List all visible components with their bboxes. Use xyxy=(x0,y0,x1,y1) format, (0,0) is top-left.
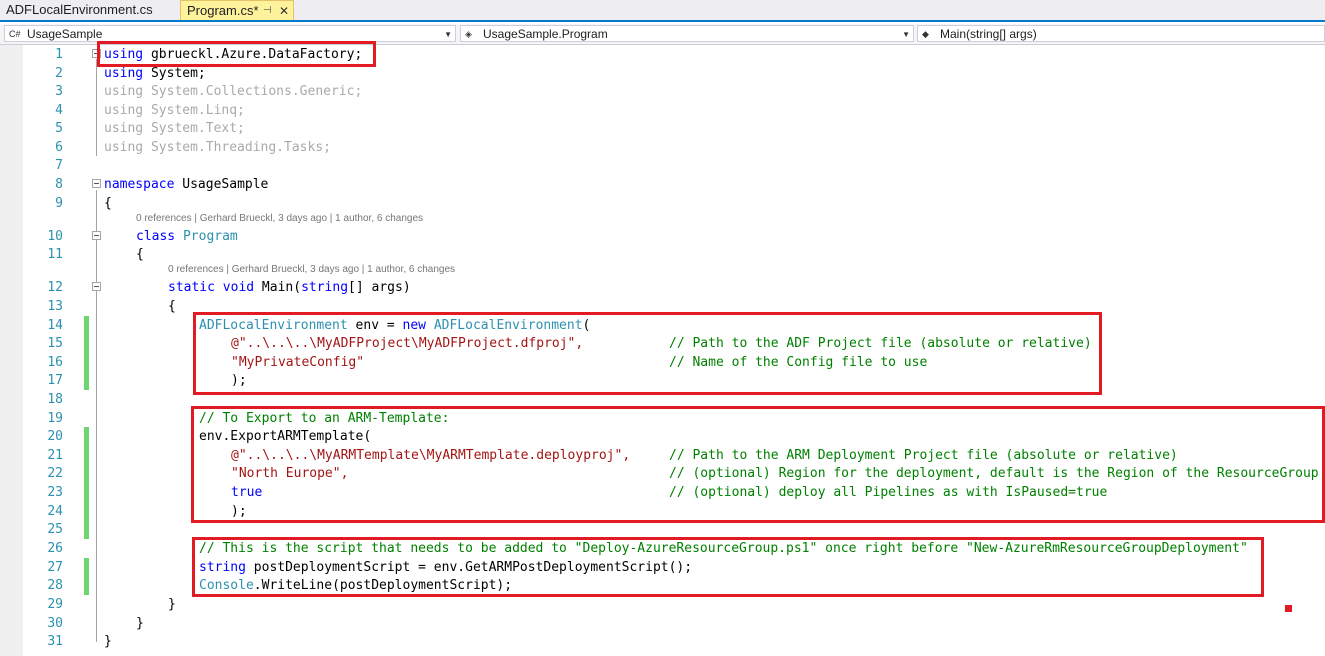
change-marker xyxy=(84,558,89,577)
line-number: 4 xyxy=(55,103,63,118)
line-number: 22 xyxy=(47,466,63,481)
code-line: } xyxy=(136,616,144,631)
line-number: 21 xyxy=(47,448,63,463)
line-number: 29 xyxy=(47,597,63,612)
change-marker xyxy=(84,483,89,502)
line-number: 6 xyxy=(55,140,63,155)
collapse-icon[interactable] xyxy=(92,282,101,291)
annotation-marker xyxy=(1285,605,1292,612)
change-marker xyxy=(84,353,89,372)
line-number: 3 xyxy=(55,84,63,99)
highlight-box-using xyxy=(97,41,376,67)
highlight-box-export xyxy=(191,406,1325,523)
csharp-project-icon: C# xyxy=(9,29,21,39)
codelens-references[interactable]: 0 references | Gerhard Brueckl, 3 days a… xyxy=(136,213,423,224)
member-dropdown-value: Main(string[] args) xyxy=(940,27,1037,41)
method-icon: ◆ xyxy=(922,29,929,39)
line-number: 14 xyxy=(47,318,63,333)
code-line: { xyxy=(136,247,144,262)
project-dropdown[interactable]: C# UsageSample ▼ xyxy=(4,25,456,42)
line-number: 25 xyxy=(47,522,63,537)
class-icon: ◈ xyxy=(465,29,472,39)
code-line: static void Main(string[] args) xyxy=(168,280,411,295)
code-line: using System.Collections.Generic; xyxy=(104,84,363,99)
change-marker xyxy=(84,427,89,446)
line-number: 16 xyxy=(47,355,63,370)
change-marker xyxy=(84,371,89,390)
line-number: 8 xyxy=(55,177,63,192)
chevron-down-icon: ▼ xyxy=(902,30,910,39)
line-number: 26 xyxy=(47,541,63,556)
change-marker xyxy=(84,446,89,465)
line-number: 7 xyxy=(55,158,63,173)
code-line: { xyxy=(168,299,176,314)
line-number: 24 xyxy=(47,504,63,519)
chevron-down-icon: ▼ xyxy=(444,30,452,39)
line-number: 30 xyxy=(47,616,63,631)
close-icon[interactable]: ✕ xyxy=(279,1,289,21)
tab-program-cs[interactable]: Program.cs* ⊣ ✕ xyxy=(180,0,294,20)
line-number: 2 xyxy=(55,66,63,81)
code-line: class Program xyxy=(136,229,238,244)
line-number: 19 xyxy=(47,411,63,426)
class-dropdown-value: UsageSample.Program xyxy=(483,27,608,41)
change-marker xyxy=(84,334,89,353)
line-number: 18 xyxy=(47,392,63,407)
project-dropdown-value: UsageSample xyxy=(27,27,103,41)
line-number: 23 xyxy=(47,485,63,500)
codelens-references[interactable]: 0 references | Gerhard Brueckl, 3 days a… xyxy=(168,264,455,275)
change-marker xyxy=(84,520,89,539)
change-marker xyxy=(84,576,89,595)
line-number: 15 xyxy=(47,336,63,351)
code-line: } xyxy=(168,597,176,612)
tab-label: ADFLocalEnvironment.cs xyxy=(6,2,153,17)
code-line: } xyxy=(104,634,112,649)
change-marker xyxy=(84,464,89,483)
line-number: 31 xyxy=(47,634,63,649)
code-line: using System.Linq; xyxy=(104,103,245,118)
code-line: namespace UsageSample xyxy=(104,177,269,192)
collapse-icon[interactable] xyxy=(92,231,101,240)
change-marker xyxy=(84,502,89,521)
pin-icon[interactable]: ⊣ xyxy=(263,1,272,21)
highlight-box-script xyxy=(192,537,1264,597)
collapse-icon[interactable] xyxy=(92,179,101,188)
line-number: 1 xyxy=(55,47,63,62)
code-line: using System.Text; xyxy=(104,121,245,136)
line-number: 11 xyxy=(47,247,63,262)
document-tab-bar: ADFLocalEnvironment.cs Program.cs* ⊣ ✕ xyxy=(0,0,1325,22)
line-number: 9 xyxy=(55,196,63,211)
member-dropdown[interactable]: ◆ Main(string[] args) xyxy=(917,25,1325,42)
line-number: 12 xyxy=(47,280,63,295)
line-number: 13 xyxy=(47,299,63,314)
highlight-box-environment xyxy=(193,312,1102,395)
line-number: 10 xyxy=(47,229,63,244)
line-number: 28 xyxy=(47,578,63,593)
tab-label: Program.cs* xyxy=(187,3,259,18)
class-dropdown[interactable]: ◈ UsageSample.Program ▼ xyxy=(460,25,914,42)
code-line: { xyxy=(104,196,112,211)
tab-adflocalenvironment[interactable]: ADFLocalEnvironment.cs xyxy=(0,0,178,20)
change-marker xyxy=(84,316,89,335)
line-number: 27 xyxy=(47,560,63,575)
line-number: 20 xyxy=(47,429,63,444)
line-number: 17 xyxy=(47,373,63,388)
line-number: 5 xyxy=(55,121,63,136)
code-line: using System.Threading.Tasks; xyxy=(104,140,331,155)
